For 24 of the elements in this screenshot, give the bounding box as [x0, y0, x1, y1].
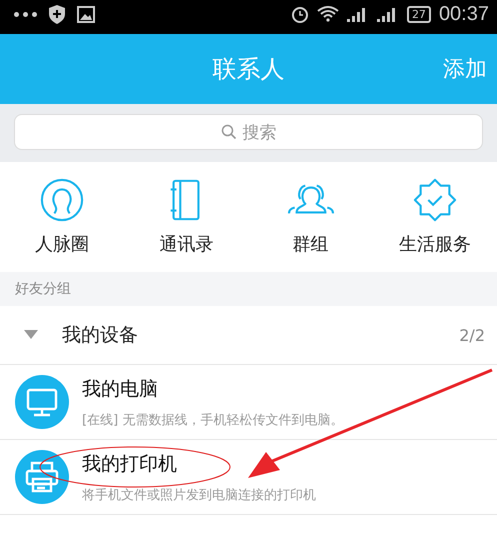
page-title: 联系人	[212, 54, 284, 85]
group-count: 2/2	[459, 326, 485, 344]
shortcut-label[interactable]: 通讯录	[159, 232, 214, 256]
device-description: [在线] 无需数据线，手机轻松传文件到电脑。	[82, 412, 344, 428]
section-label: 好友分组	[15, 280, 71, 298]
status-time: 00:37	[438, 2, 489, 26]
battery-indicator: 27	[406, 6, 431, 22]
shortcut-label[interactable]: 群组	[292, 232, 329, 256]
search-icon	[220, 124, 236, 140]
wifi-icon	[316, 6, 339, 22]
image-icon	[77, 6, 95, 22]
group-name: 我的设备	[62, 323, 139, 348]
group-row[interactable]: 我的设备 2/2	[0, 306, 497, 365]
shortcut-label[interactable]: 生活服务	[398, 232, 471, 256]
shield-icon	[49, 4, 65, 24]
device-description: 将手机文件或照片发到电脑连接的打印机	[82, 486, 316, 504]
device-row[interactable]: 我的电脑 [在线] 无需数据线，手机轻松传文件到电脑。	[0, 365, 497, 440]
device-name: 我的打印机	[82, 452, 178, 476]
printer-icon	[15, 450, 69, 504]
device-name: 我的电脑	[82, 376, 159, 402]
alarm-icon	[290, 5, 309, 23]
more-icon	[14, 12, 37, 16]
shortcut-label[interactable]: 人脉圈	[35, 232, 90, 256]
monitor-icon	[15, 375, 69, 429]
